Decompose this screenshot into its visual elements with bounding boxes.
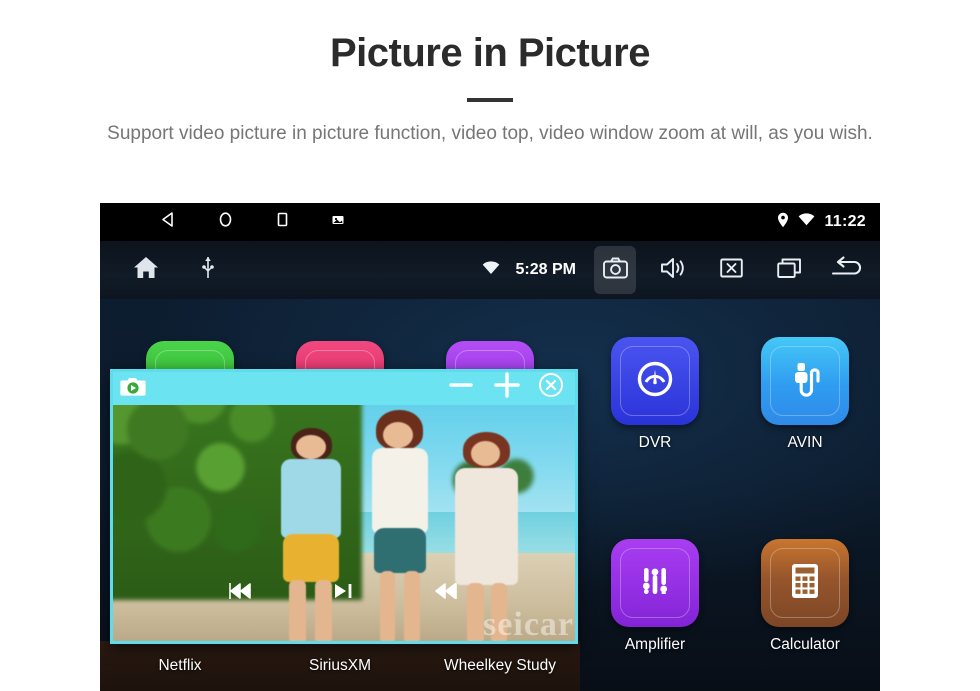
app-label-siriusxm: SiriusXM xyxy=(308,657,371,674)
toolbar-wifi-icon xyxy=(482,260,500,280)
equalizer-icon xyxy=(633,559,677,608)
usb-icon[interactable] xyxy=(202,256,214,285)
app-item-dvr[interactable]: DVR xyxy=(580,337,730,452)
play-pause-icon[interactable] xyxy=(332,581,356,606)
location-pin-icon xyxy=(777,212,789,233)
android-status-bar: 11:22 xyxy=(100,203,880,241)
camera-icon xyxy=(602,257,628,284)
close-box-icon xyxy=(719,257,743,284)
recent-apps-icon xyxy=(776,257,802,284)
pip-close-button[interactable] xyxy=(538,372,564,403)
wifi-icon xyxy=(798,213,815,231)
app-label-dvr: DVR xyxy=(638,434,672,451)
video-camera-icon[interactable] xyxy=(120,377,146,397)
pip-titlebar[interactable] xyxy=(110,369,578,405)
pip-video-surface[interactable]: seicar xyxy=(110,369,578,644)
screenshot-icon[interactable] xyxy=(331,213,345,232)
app-item-amplifier[interactable]: Amplifier xyxy=(580,539,730,654)
app-tile-dvr[interactable] xyxy=(611,337,699,425)
home-circle-icon[interactable] xyxy=(217,211,234,233)
av-connector-icon xyxy=(783,357,827,406)
recent-apps-button[interactable] xyxy=(768,246,810,294)
home-screen: Netflix SiriusXM Wheelkey Study DVR AVIN… xyxy=(100,299,880,691)
device-screenshot: 11:22 5:28 PM Netflix SiriusXM Wheelkey … xyxy=(100,203,880,691)
back-arrow-icon xyxy=(830,255,864,285)
back-triangle-icon[interactable] xyxy=(160,211,177,233)
pip-window[interactable]: seicar xyxy=(110,369,578,644)
recents-square-icon[interactable] xyxy=(274,211,291,233)
app-item-calculator[interactable]: Calculator xyxy=(730,539,880,654)
app-tile-avin[interactable] xyxy=(761,337,849,425)
system-toolbar: 5:28 PM xyxy=(100,241,880,299)
app-label-wheelkey-study: Wheelkey Study xyxy=(444,657,556,674)
previous-track-icon[interactable] xyxy=(228,581,254,606)
video-figure xyxy=(353,408,447,645)
speaker-icon xyxy=(660,257,686,284)
app-label-calculator: Calculator xyxy=(770,636,840,653)
media-controls xyxy=(110,581,578,606)
app-label-netflix: Netflix xyxy=(158,657,202,674)
home-icon[interactable] xyxy=(132,255,160,285)
app-label-avin: AVIN xyxy=(787,434,823,451)
app-tile-amplifier[interactable] xyxy=(611,539,699,627)
volume-button[interactable] xyxy=(652,246,694,294)
promo-header: Picture in Picture Support video picture… xyxy=(0,0,980,148)
app-grid: DVR AVIN Amplifier Calculator xyxy=(580,299,880,691)
gauge-icon xyxy=(632,356,678,407)
video-watermark: seicar xyxy=(483,606,574,643)
toolbar-clock: 5:28 PM xyxy=(515,261,576,278)
pip-zoom-in-button[interactable] xyxy=(492,370,522,405)
page-title: Picture in Picture xyxy=(330,31,650,75)
app-item-avin[interactable]: AVIN xyxy=(730,337,880,452)
camera-button[interactable] xyxy=(594,246,636,294)
pip-zoom-out-button[interactable] xyxy=(446,370,476,405)
title-divider xyxy=(467,98,513,102)
page-subtitle: Support video picture in picture functio… xyxy=(107,123,873,144)
app-tile-calculator[interactable] xyxy=(761,539,849,627)
close-button[interactable] xyxy=(710,246,752,294)
calculator-icon xyxy=(784,559,826,608)
back-button[interactable] xyxy=(826,246,868,294)
app-label-amplifier: Amplifier xyxy=(624,636,686,653)
status-bar-clock: 11:22 xyxy=(824,213,866,230)
bottom-app-labels: Netflix SiriusXM Wheelkey Study xyxy=(100,641,580,691)
next-track-icon[interactable] xyxy=(434,581,460,606)
video-figure xyxy=(264,424,358,644)
